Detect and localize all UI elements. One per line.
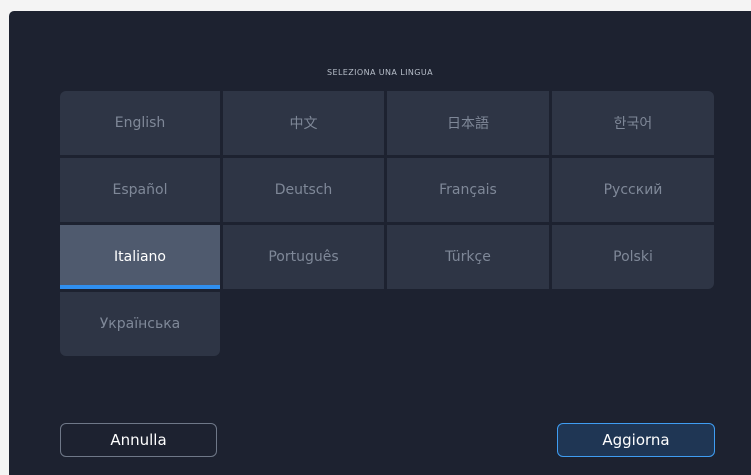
language-option-english[interactable]: English bbox=[60, 91, 220, 155]
language-option-japanese[interactable]: 日本語 bbox=[387, 91, 549, 155]
language-grid: English 中文 日本語 한국어 Español Deutsch Franç… bbox=[60, 91, 715, 356]
language-option-russian[interactable]: Русский bbox=[552, 158, 714, 222]
language-option-korean[interactable]: 한국어 bbox=[552, 91, 714, 155]
dialog-title: SELEZIONA UNA LINGUA bbox=[327, 68, 433, 77]
update-button[interactable]: Aggiorna bbox=[557, 423, 715, 457]
cancel-button[interactable]: Annulla bbox=[60, 423, 217, 457]
language-option-polish[interactable]: Polski bbox=[552, 225, 714, 289]
language-option-portuguese[interactable]: Português bbox=[223, 225, 384, 289]
language-option-ukrainian[interactable]: Українська bbox=[60, 292, 220, 356]
language-option-italian[interactable]: Italiano bbox=[60, 225, 220, 289]
language-dialog: SELEZIONA UNA LINGUA English 中文 日本語 한국어 … bbox=[9, 11, 751, 475]
language-option-spanish[interactable]: Español bbox=[60, 158, 220, 222]
language-option-chinese[interactable]: 中文 bbox=[223, 91, 384, 155]
language-option-french[interactable]: Français bbox=[387, 158, 549, 222]
language-option-german[interactable]: Deutsch bbox=[223, 158, 384, 222]
language-option-turkish[interactable]: Türkçe bbox=[387, 225, 549, 289]
